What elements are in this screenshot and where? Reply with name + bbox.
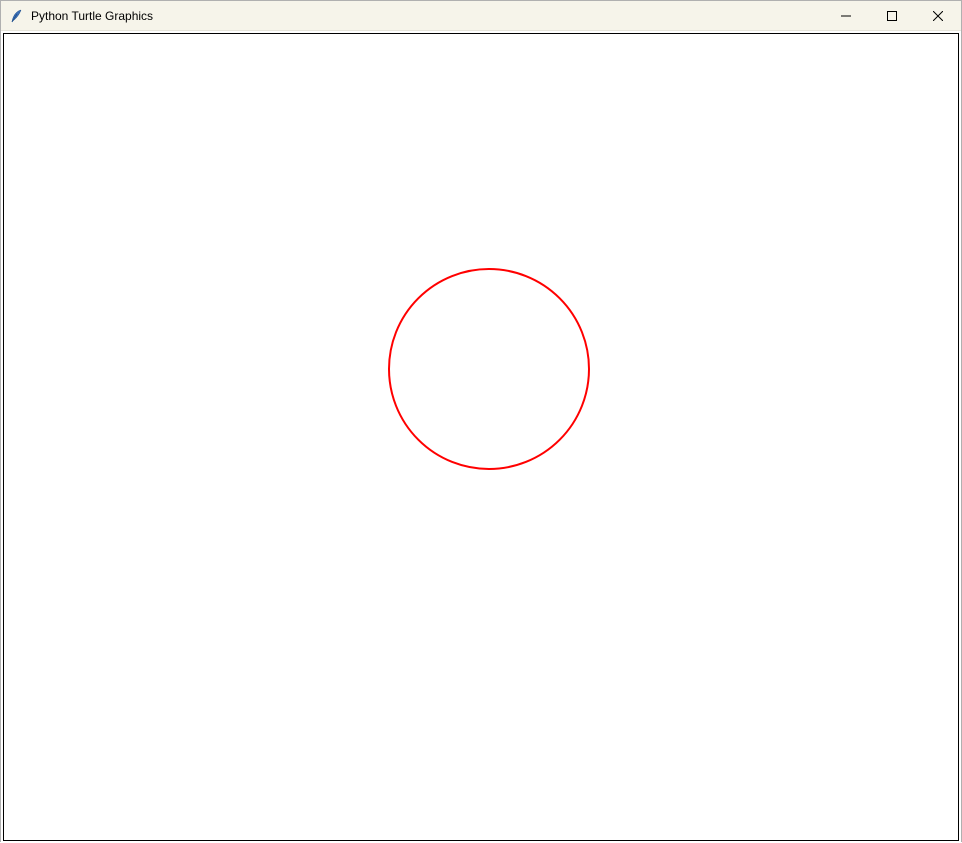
- close-button[interactable]: [915, 1, 961, 31]
- minimize-button[interactable]: [823, 1, 869, 31]
- titlebar-left: Python Turtle Graphics: [9, 8, 823, 24]
- window-title: Python Turtle Graphics: [31, 9, 153, 23]
- turtle-canvas: [4, 34, 958, 840]
- minimize-icon: [841, 9, 851, 24]
- drawn-circle: [389, 269, 589, 469]
- app-window: Python Turtle Graphics: [0, 0, 962, 842]
- client-area: [1, 31, 961, 843]
- titlebar: Python Turtle Graphics: [1, 1, 961, 31]
- canvas-frame: [3, 33, 959, 841]
- close-icon: [933, 9, 943, 24]
- feather-icon: [9, 8, 25, 24]
- maximize-button[interactable]: [869, 1, 915, 31]
- maximize-icon: [887, 9, 897, 24]
- window-controls: [823, 1, 961, 30]
